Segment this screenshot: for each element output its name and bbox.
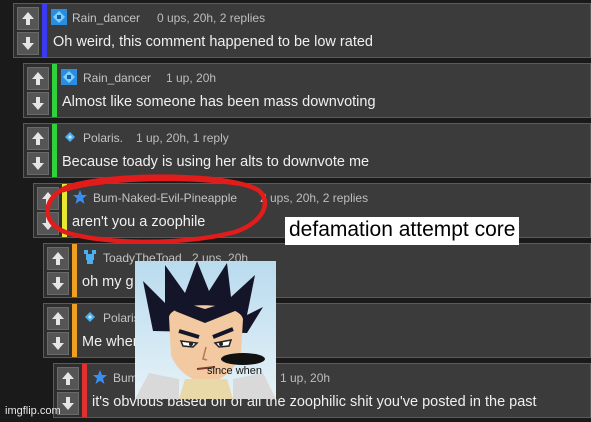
meme-text: since when (207, 365, 263, 377)
imgflip-watermark: imgflip.com (5, 405, 61, 417)
anime-character-illustration (135, 261, 276, 399)
vegeta-meme-image: since when (135, 261, 276, 399)
caption-overlay: defamation attempt core (285, 217, 520, 245)
red-circle-annotation (45, 174, 268, 244)
